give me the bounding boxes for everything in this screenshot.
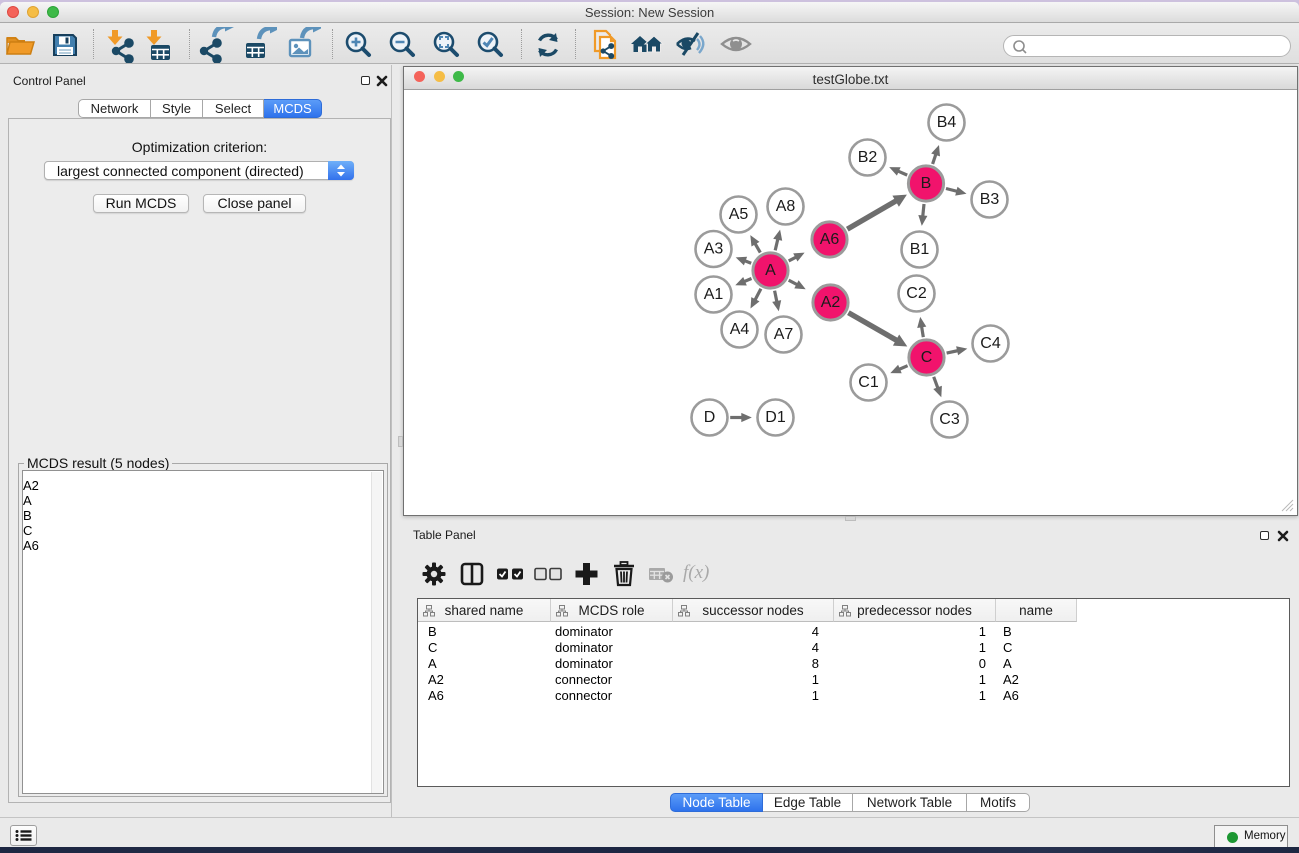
svg-text:B: B (921, 175, 932, 192)
svg-text:A5: A5 (729, 206, 749, 223)
svg-text:B3: B3 (980, 191, 1000, 208)
svg-text:B1: B1 (910, 241, 930, 258)
svg-text:A1: A1 (704, 286, 724, 303)
svg-text:C3: C3 (939, 411, 960, 428)
svg-text:C1: C1 (858, 374, 879, 391)
svg-text:A4: A4 (730, 321, 750, 338)
svg-text:B4: B4 (937, 114, 957, 131)
svg-text:C4: C4 (980, 335, 1001, 352)
svg-text:D1: D1 (765, 409, 786, 426)
svg-text:B2: B2 (858, 149, 878, 166)
svg-text:A3: A3 (704, 241, 724, 258)
svg-text:D: D (704, 409, 716, 426)
svg-text:A8: A8 (776, 198, 796, 215)
svg-text:C: C (921, 349, 933, 366)
svg-text:A6: A6 (820, 231, 840, 248)
svg-text:A2: A2 (821, 294, 841, 311)
svg-text:A7: A7 (774, 326, 794, 343)
svg-text:A: A (765, 262, 776, 279)
svg-text:C2: C2 (906, 285, 927, 302)
